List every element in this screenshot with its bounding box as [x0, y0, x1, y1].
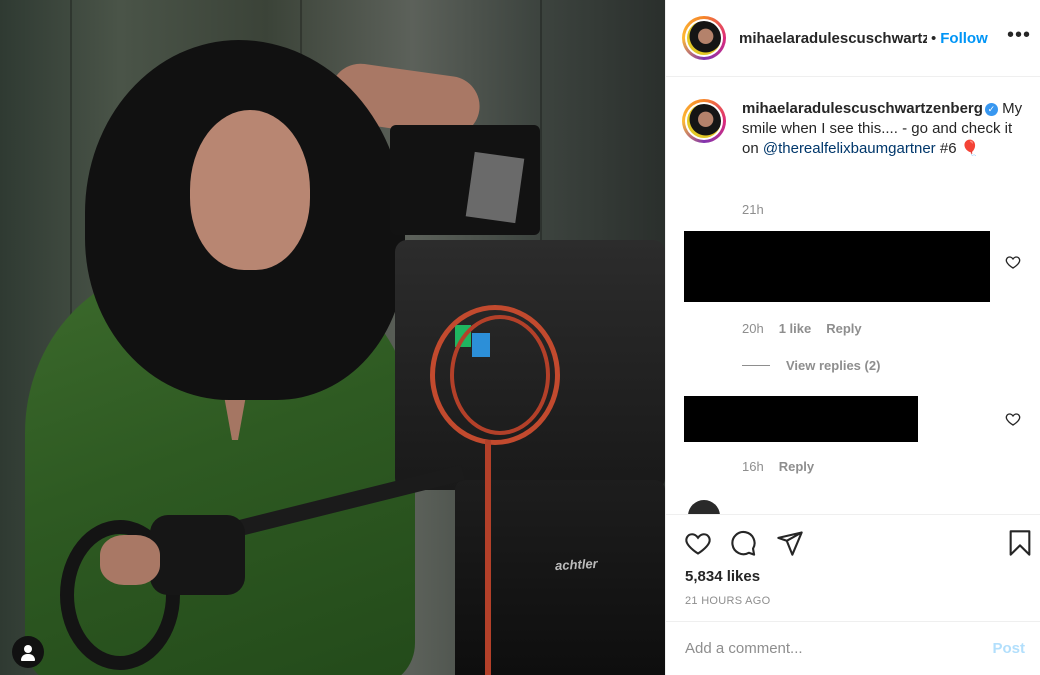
bookmark-icon[interactable]	[1006, 529, 1034, 557]
post-photo[interactable]: achtler	[0, 0, 665, 675]
avatar[interactable]	[688, 500, 720, 514]
view-replies-button[interactable]: View replies (2)	[742, 358, 880, 373]
comment-like-heart-icon[interactable]	[1005, 411, 1021, 427]
redacted-comment	[684, 396, 918, 442]
header-separator: •	[931, 29, 937, 47]
header-username[interactable]: mihaelaradulescuschwartzenberg	[739, 30, 927, 47]
caption-username[interactable]: mihaelaradulescuschwartzenberg	[742, 100, 983, 117]
post-comment-button[interactable]: Post	[992, 640, 1025, 657]
post-modal: achtler mihaelaradulescuschwartzenberg •…	[0, 0, 1040, 675]
photo-red-cable	[450, 315, 550, 435]
caption-hashtag: #6	[935, 140, 961, 157]
reply-button[interactable]: Reply	[826, 321, 861, 336]
post-caption: mihaelaradulescuschwartzenberg ✓ My smile…	[682, 99, 1027, 159]
comment-input[interactable]	[685, 640, 993, 657]
comment-meta: 20h 1 like Reply	[742, 321, 862, 336]
post-timestamp[interactable]: 21 HOURS AGO	[685, 595, 771, 607]
comment-timestamp[interactable]: 16h	[742, 459, 764, 474]
photo-handheld-lens	[150, 515, 245, 595]
verified-badge-icon: ✓	[984, 103, 998, 116]
comment-timestamp[interactable]: 20h	[742, 321, 764, 336]
post-header: mihaelaradulescuschwartzenberg • Follow …	[666, 0, 1040, 77]
post-actions: 5,834 likes 21 HOURS AGO	[666, 514, 1040, 621]
reply-button[interactable]: Reply	[779, 459, 814, 474]
caption-timestamp[interactable]: 21h	[742, 202, 764, 217]
avatar-image	[687, 104, 721, 138]
photo-tripod-brand: achtler	[554, 555, 599, 574]
replies-divider	[742, 365, 770, 366]
caption-mention-link[interactable]: @therealfelixbaumgartner	[763, 140, 936, 157]
share-icon[interactable]	[776, 529, 804, 557]
tagged-users-icon[interactable]	[12, 636, 44, 668]
avatar[interactable]	[682, 16, 726, 60]
comment-like-count[interactable]: 1 like	[779, 321, 812, 336]
user-icon-head	[24, 645, 32, 653]
comments-list[interactable]: mihaelaradulescuschwartzenberg ✓ My smile…	[666, 78, 1040, 514]
user-icon-body	[21, 654, 35, 661]
caption-text: mihaelaradulescuschwartzenberg ✓ My smile…	[742, 99, 1027, 159]
comment-like-heart-icon[interactable]	[1005, 254, 1021, 270]
comment-icon[interactable]	[729, 529, 757, 557]
avatar-image	[687, 21, 721, 55]
add-comment-bar: Post	[666, 621, 1040, 675]
heart-icon[interactable]	[684, 529, 712, 557]
comment-meta: 16h Reply	[742, 459, 814, 474]
likes-count[interactable]: 5,834 likes	[685, 568, 760, 585]
photo-red-cable	[485, 440, 491, 675]
photo-face	[190, 110, 310, 270]
follow-button[interactable]: Follow	[940, 30, 988, 47]
post-details-panel: mihaelaradulescuschwartzenberg • Follow …	[665, 0, 1040, 675]
balloon-emoji: 🎈	[960, 140, 980, 157]
partial-comment	[688, 500, 720, 514]
redacted-comment	[684, 231, 990, 302]
view-replies-label: View replies (2)	[786, 358, 881, 373]
more-options-icon[interactable]: •••	[1007, 24, 1031, 47]
photo-monitor-tab	[465, 151, 525, 224]
photo-hand	[100, 535, 160, 585]
caption-avatar[interactable]	[682, 99, 726, 143]
